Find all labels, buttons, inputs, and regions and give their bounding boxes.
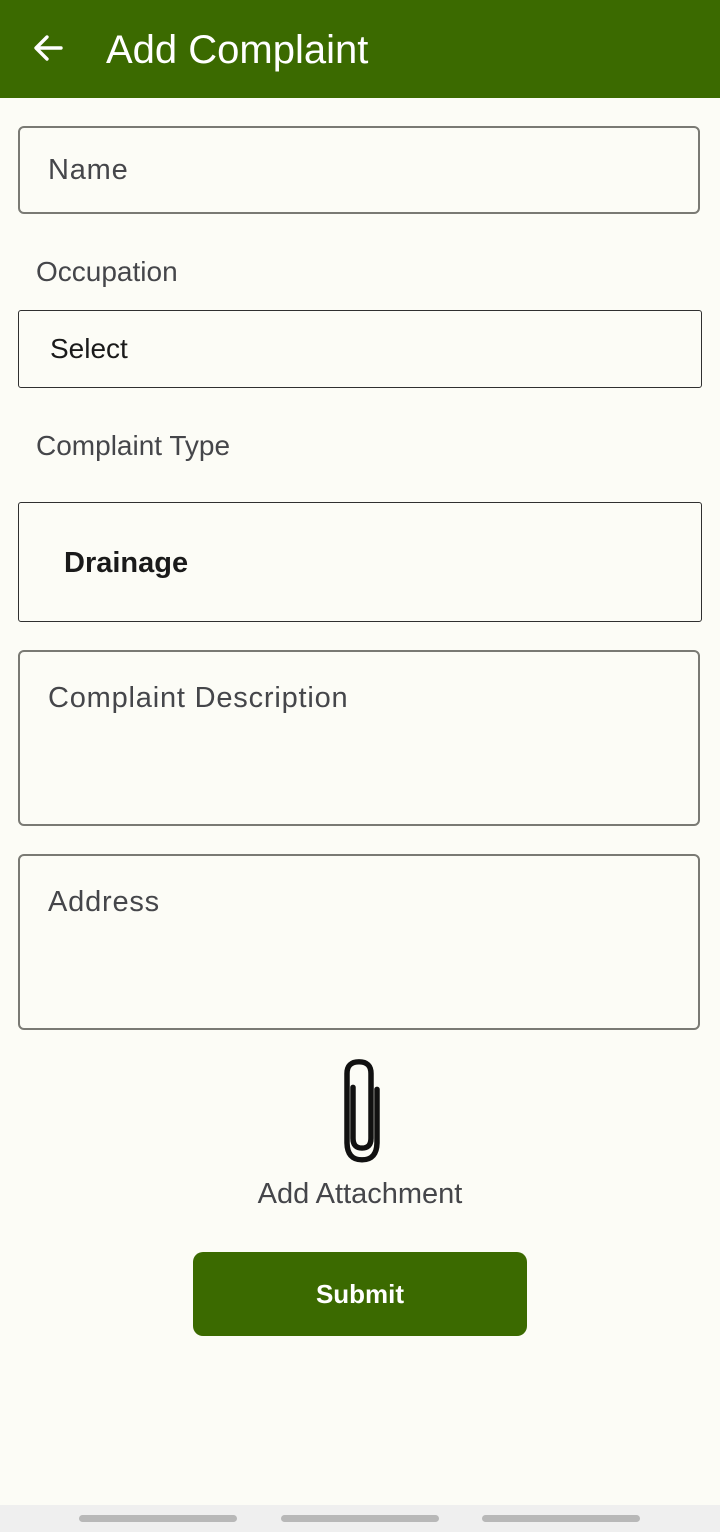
complaint-description-placeholder: Complaint Description [48, 682, 349, 714]
occupation-label: Occupation [36, 256, 178, 287]
nav-indicator-left [79, 1515, 237, 1522]
add-attachment-label[interactable]: Add Attachment [0, 1178, 720, 1211]
complaint-type-selected-value: Drainage [64, 547, 189, 579]
nav-indicator-center [281, 1515, 439, 1522]
back-button[interactable] [28, 24, 68, 72]
paperclip-icon[interactable] [330, 1050, 394, 1172]
occupation-select[interactable]: Select [18, 310, 702, 388]
address-placeholder: Address [48, 886, 160, 918]
complaint-type-label: Complaint Type [36, 430, 231, 461]
complaint-type-select[interactable]: Drainage [18, 502, 702, 622]
address-field[interactable]: Address [18, 854, 700, 1030]
nav-indicator-right [482, 1515, 640, 1522]
name-placeholder: Name [48, 154, 129, 186]
submit-button[interactable]: Submit [193, 1252, 527, 1336]
complaint-description-field[interactable]: Complaint Description [18, 650, 700, 826]
name-field[interactable]: Name [18, 126, 700, 214]
occupation-selected-value: Select [50, 333, 128, 364]
page-title: Add Complaint [106, 28, 369, 72]
arrow-left-icon [34, 35, 63, 61]
app-bar: Add Complaint [0, 0, 720, 98]
